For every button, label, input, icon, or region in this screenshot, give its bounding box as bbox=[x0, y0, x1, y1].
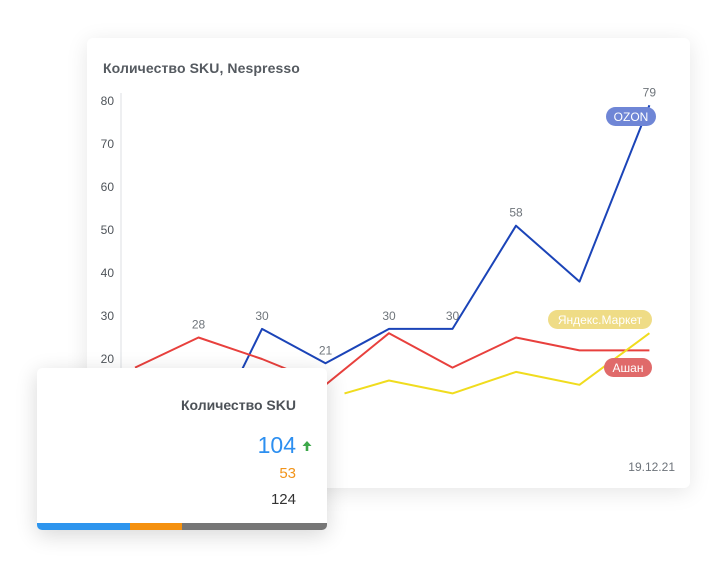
kpi-second-value: 53 bbox=[279, 465, 296, 482]
data-label: 30 bbox=[255, 309, 269, 323]
data-label: 58 bbox=[509, 206, 523, 220]
y-tick-label: 70 bbox=[101, 137, 115, 151]
y-tick-label: 30 bbox=[101, 309, 115, 323]
data-label: 30 bbox=[382, 309, 396, 323]
y-tick-label: 50 bbox=[101, 223, 115, 237]
kpi-progress-bar bbox=[37, 523, 327, 530]
y-tick-label: 20 bbox=[101, 352, 115, 366]
series-name-label: Яндекс.Маркет bbox=[558, 313, 643, 327]
y-tick-label: 80 bbox=[101, 94, 115, 108]
data-label: 28 bbox=[192, 318, 206, 332]
date-label: 19.12.21 bbox=[628, 460, 675, 474]
series-name-badge: Ашан bbox=[604, 358, 652, 377]
kpi-bar-segment bbox=[129, 523, 182, 530]
kpi-title: Количество SKU bbox=[180, 397, 296, 413]
series-line bbox=[344, 332, 650, 395]
kpi-main-row: 104 bbox=[258, 432, 313, 459]
kpi-main-value: 104 bbox=[257, 432, 296, 458]
y-tick-label: 60 bbox=[101, 180, 115, 194]
series-name-badge: Яндекс.Маркет bbox=[548, 310, 652, 329]
kpi-bar-segment bbox=[181, 523, 327, 530]
arrow-up-icon bbox=[302, 440, 312, 451]
kpi-third-value: 124 bbox=[270, 491, 296, 508]
y-tick-label: 40 bbox=[101, 266, 115, 280]
series-name-label: Ашан bbox=[613, 361, 644, 375]
kpi-bar-segment bbox=[37, 523, 130, 530]
kpi-card: Количество SKU 104 53 124 bbox=[37, 368, 327, 530]
series-name-label: OZON bbox=[614, 110, 649, 124]
data-label: 30 bbox=[446, 309, 460, 323]
data-label: 21 bbox=[319, 343, 333, 357]
data-label: 79 bbox=[643, 85, 657, 99]
series-name-badge: OZON bbox=[606, 107, 656, 126]
